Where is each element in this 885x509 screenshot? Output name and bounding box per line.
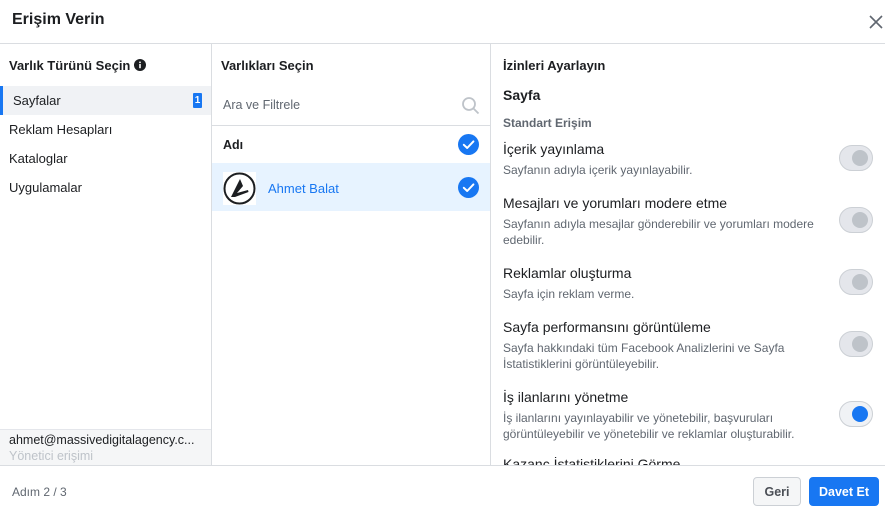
search-icon[interactable] [461,96,480,115]
manage-jobs-toggle[interactable] [839,401,873,427]
select-all-check-icon[interactable] [458,134,479,155]
dialog-title: Erişim Verin [12,11,105,28]
view-performance-toggle[interactable] [839,331,873,357]
toggle-knob [852,336,868,352]
asset-name: Ahmet Balat [268,181,339,196]
sidebar-item-label: Uygulamalar [9,180,82,195]
permission-desc: Sayfanın adıyla içerik yayınlayabilir. [503,163,693,177]
sidebar-item-apps[interactable]: Uygulamalar [0,173,211,202]
dialog-footer: Adım 2 / 3 Geri Davet Et [0,465,885,509]
section-title: Sayfa [503,87,541,103]
permission-item: Sayfa performansını görüntüleme Sayfa ha… [503,319,883,372]
sidebar-item-ad-accounts[interactable]: Reklam Hesapları [0,115,211,144]
check-icon[interactable] [458,177,479,198]
search-input[interactable] [223,86,453,124]
invite-button[interactable]: Davet Et [809,477,879,506]
permission-item: İçerik yayınlama Sayfanın adıyla içerik … [503,141,883,178]
search-bar [212,86,490,126]
toggle-knob [852,150,868,166]
list-header: Adı [212,126,490,163]
permission-desc: Sayfanın adıyla mesajlar gönderebilir ve… [503,217,814,247]
permission-title: Reklamlar oluşturma [503,265,632,281]
asset-type-heading: Varlık Türünü Seçin [0,44,211,86]
permission-title: Mesajları ve yorumları modere etme [503,195,728,211]
account-email: ahmet@massivedigitalagency.c... [9,433,195,447]
sidebar-item-label: Reklam Hesapları [9,122,113,137]
info-icon[interactable] [134,59,147,71]
permission-title: Sayfa performansını görüntüleme [503,319,711,335]
account-info: ahmet@massivedigitalagency.c... Yönetici… [0,429,211,465]
permission-title: İçerik yayınlama [503,141,605,157]
sidebar-item-label: Sayfalar [13,93,61,108]
list-item[interactable]: Ahmet Balat [212,163,490,211]
account-role: Yönetici erişimi [9,449,94,463]
step-indicator: Adım 2 / 3 [12,485,67,499]
permission-title: Kazanç İstatistiklerini Görme [503,457,681,465]
asset-panel: Varlıkları Seçin Adı Ahmet Balat [212,44,491,465]
avatar [223,172,256,205]
permission-desc: Sayfa hakkındaki tüm Facebook Analizleri… [503,341,785,371]
sidebar-item-pages[interactable]: Sayfalar 1 [0,86,211,115]
permissions-heading: İzinleri Ayarlayın [503,58,606,73]
publish-content-toggle[interactable] [839,145,873,171]
asset-heading: Varlıkları Seçin [221,58,314,73]
permissions-panel: İzinleri Ayarlayın Sayfa Standart Erişim… [491,44,885,465]
asset-type-panel: Varlık Türünü Seçin Sayfalar 1 Reklam He… [0,44,212,465]
permission-item: Reklamlar oluşturma Sayfa için reklam ve… [503,265,883,302]
permission-title: İş ilanlarını yönetme [503,389,629,405]
back-button[interactable]: Geri [753,477,801,506]
subsection-title: Standart Erişim [503,116,592,130]
sidebar-item-label: Kataloglar [9,151,68,166]
moderate-messages-toggle[interactable] [839,207,873,233]
count-badge: 1 [193,93,202,108]
permission-desc: İş ilanlarını yayınlayabilir ve yönetebi… [503,411,795,441]
dialog-header: Erişim Verin [0,0,885,44]
toggle-knob [852,274,868,290]
create-ads-toggle[interactable] [839,269,873,295]
sidebar-item-catalogs[interactable]: Kataloglar [0,144,211,173]
close-icon[interactable] [866,12,885,32]
toggle-knob [852,406,868,422]
permission-item: İş ilanlarını yönetme İş ilanlarını yayı… [503,389,883,442]
permission-desc: Sayfa için reklam verme. [503,287,635,301]
name-column-label: Adı [223,138,244,152]
asset-type-heading-label: Varlık Türünü Seçin [9,58,131,73]
permission-item: Mesajları ve yorumları modere etme Sayfa… [503,195,883,248]
toggle-knob [852,212,868,228]
